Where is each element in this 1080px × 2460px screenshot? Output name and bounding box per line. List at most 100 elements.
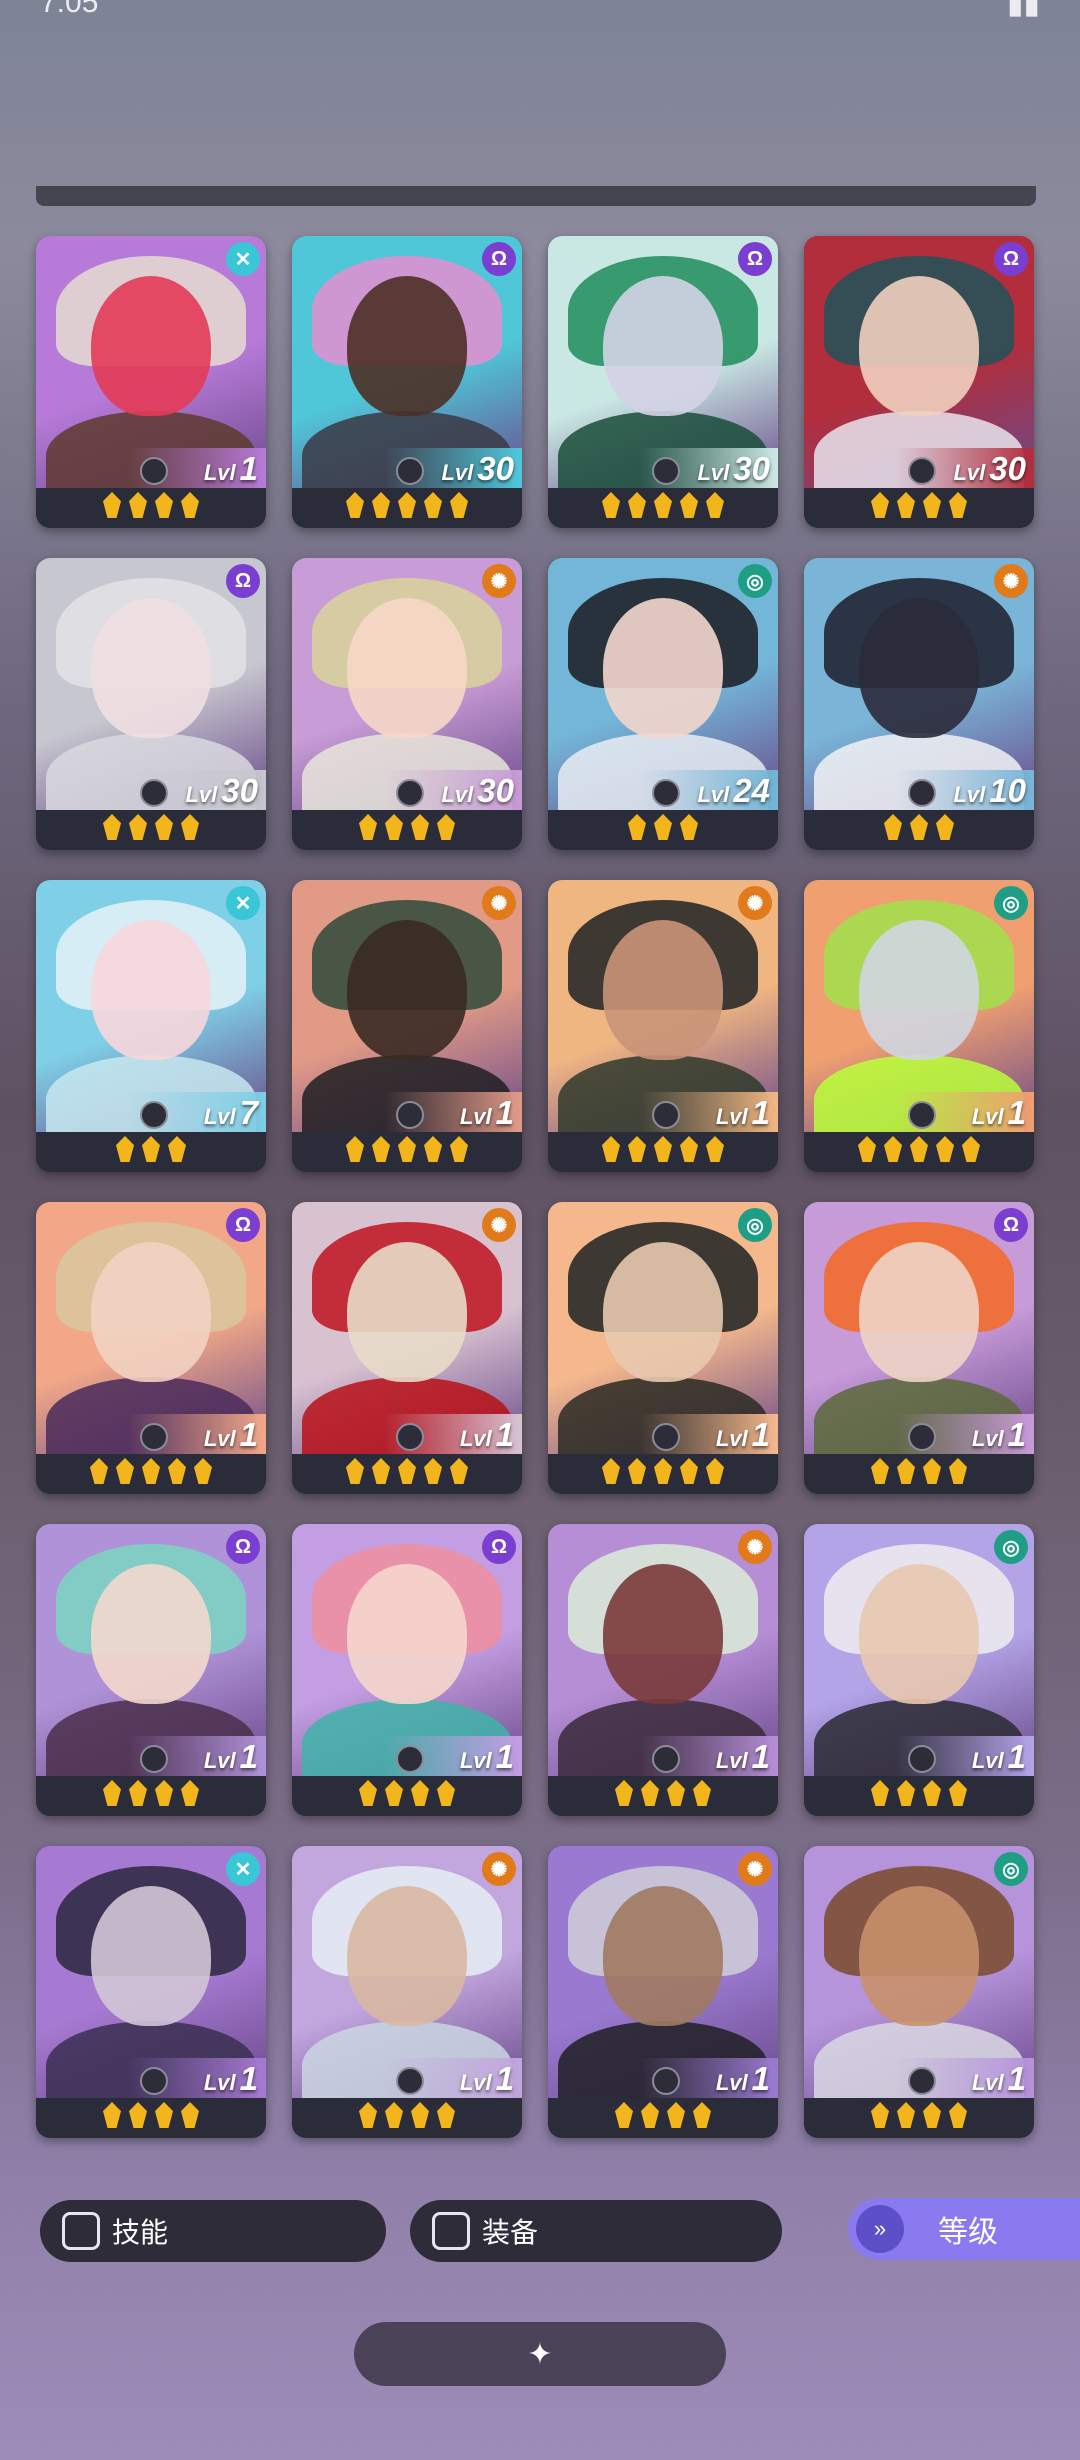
hero-face [859,1242,979,1382]
hero-level: Lvl 1 [716,1094,770,1132]
level-bar: Lvl 1 [292,1414,522,1454]
level-bar: Lvl 30 [804,448,1034,488]
equip-slot-icon [140,2067,168,2095]
star-rating [804,2102,1034,2134]
faction-mind-icon: Ω [482,242,516,276]
star-icon [680,814,698,840]
hero-card[interactable]: ✺ Lvl 1 [292,1846,522,2138]
hero-card[interactable]: Ω Lvl 30 [548,236,778,528]
level-bar: Lvl 1 [548,2058,778,2098]
hero-card[interactable]: Ω Lvl 1 [36,1524,266,1816]
hero-level: Lvl 1 [460,1416,514,1454]
star-icon [654,492,672,518]
star-icon [628,1136,646,1162]
level-label: Lvl [971,2070,1004,2095]
equip-slot-icon [908,1423,936,1451]
level-value: 1 [239,2060,258,2097]
star-rating [36,2102,266,2134]
star-icon [871,1780,889,1806]
sort-level-button[interactable]: » 等级 [848,2198,1080,2260]
star-icon [103,1780,121,1806]
skill-checkbox[interactable] [62,2212,100,2250]
level-bar: Lvl 1 [548,1736,778,1776]
level-bar: Lvl 1 [36,2058,266,2098]
star-icon [129,2102,147,2128]
hero-card[interactable]: ✺ Lvl 30 [292,558,522,850]
hero-card[interactable]: ✺ Lvl 10 [804,558,1034,850]
faction-mind-icon: Ω [226,1208,260,1242]
faction-swirl-icon: ◎ [994,1530,1028,1564]
star-rating [292,492,522,524]
star-icon [346,1458,364,1484]
star-icon [424,1458,442,1484]
hero-level: Lvl 1 [204,1416,258,1454]
star-icon [385,814,403,840]
hero-card[interactable]: ✺ Lvl 1 [292,880,522,1172]
star-rating [292,1780,522,1812]
level-label: Lvl [953,782,986,807]
star-rating [36,1780,266,1812]
level-label: Lvl [441,460,474,485]
hero-card[interactable]: ✕ Lvl 1 [36,236,266,528]
hero-face [91,276,211,416]
collapse-button[interactable]: ✦ [354,2322,726,2386]
hero-card[interactable]: ✺ Lvl 1 [292,1202,522,1494]
hero-card[interactable]: ◎ Lvl 1 [804,1846,1034,2138]
level-bar: Lvl 1 [804,1736,1034,1776]
level-value: 1 [239,450,258,487]
hero-card[interactable]: Ω Lvl 1 [292,1524,522,1816]
hero-card[interactable]: Ω Lvl 30 [292,236,522,528]
level-value: 1 [751,1416,770,1453]
star-icon [897,1780,915,1806]
star-icon [129,1780,147,1806]
hero-card[interactable]: ✺ Lvl 1 [548,880,778,1172]
hero-card[interactable]: ◎ Lvl 1 [804,1524,1034,1816]
hero-level: Lvl 1 [972,1416,1026,1454]
hero-card[interactable]: ◎ Lvl 1 [548,1202,778,1494]
star-icon [411,814,429,840]
star-icon [641,1780,659,1806]
faction-sun-icon: ✺ [738,886,772,920]
equip-slot-icon [908,2067,936,2095]
hero-card[interactable]: ✕ Lvl 7 [36,880,266,1172]
star-icon [936,814,954,840]
hero-card[interactable]: ✕ Lvl 1 [36,1846,266,2138]
equip-toggle[interactable]: 装备 [410,2200,782,2262]
hero-face [91,598,211,738]
star-icon [602,492,620,518]
hero-card[interactable]: Ω Lvl 30 [804,236,1034,528]
hero-card[interactable]: ✺ Lvl 1 [548,1524,778,1816]
hero-card[interactable]: ✺ Lvl 1 [548,1846,778,2138]
star-icon [385,2102,403,2128]
star-icon [103,2102,121,2128]
star-rating [548,1780,778,1812]
star-icon [103,492,121,518]
hero-card[interactable]: ◎ Lvl 1 [804,880,1034,1172]
level-value: 1 [239,1738,258,1775]
star-icon [667,2102,685,2128]
level-bar: Lvl 1 [548,1414,778,1454]
level-bar: Lvl 1 [548,1092,778,1132]
star-rating [548,1136,778,1168]
star-icon [359,1780,377,1806]
star-icon [858,1136,876,1162]
skill-toggle[interactable]: 技能 [40,2200,386,2262]
faction-mind-icon: Ω [226,564,260,598]
hero-card[interactable]: Ω Lvl 1 [804,1202,1034,1494]
hero-face [347,1886,467,2026]
equip-checkbox[interactable] [432,2212,470,2250]
star-icon [142,1458,160,1484]
level-label: Lvl [715,1748,748,1773]
star-icon [155,1780,173,1806]
hero-card[interactable]: ◎ Lvl 24 [548,558,778,850]
star-icon [424,492,442,518]
level-label: Lvl [953,460,986,485]
star-icon [628,492,646,518]
hero-face [603,1242,723,1382]
hero-card[interactable]: Ω Lvl 1 [36,1202,266,1494]
hero-face [859,598,979,738]
star-rating [36,492,266,524]
hero-level: Lvl 1 [204,450,258,488]
star-icon [910,1136,928,1162]
hero-card[interactable]: Ω Lvl 30 [36,558,266,850]
